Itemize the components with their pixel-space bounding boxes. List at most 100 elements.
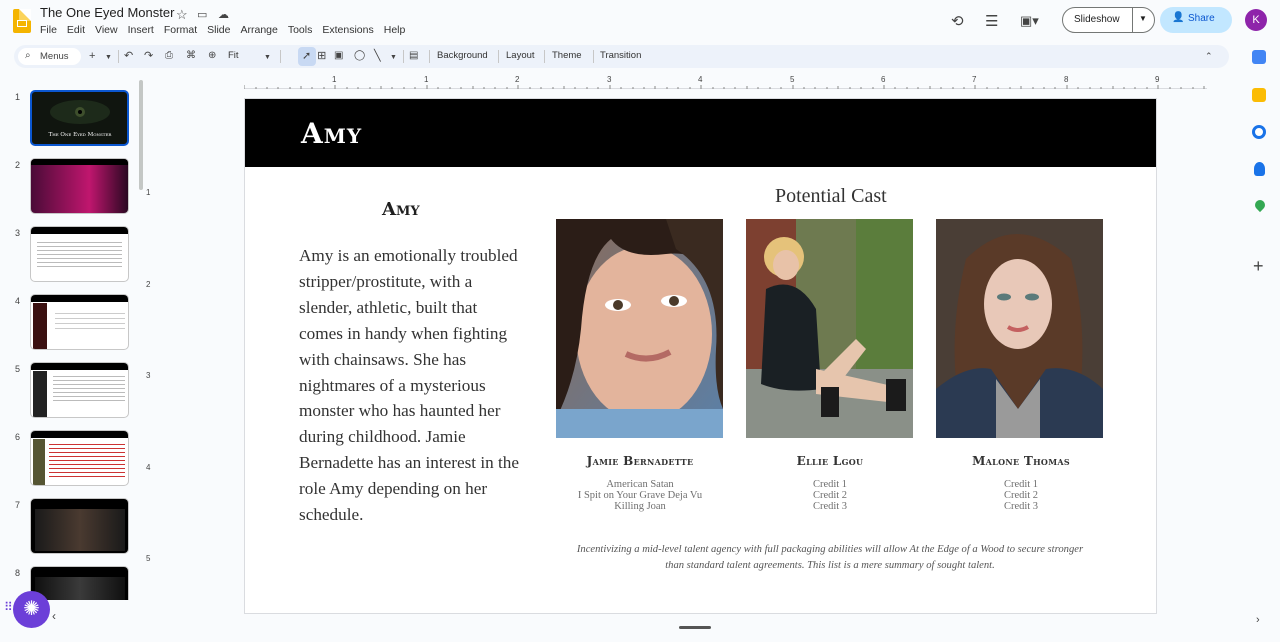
toolbar-divider	[280, 50, 281, 63]
slide-title[interactable]: Amy	[301, 117, 362, 150]
add-on-plus-icon[interactable]: +	[1253, 256, 1264, 277]
cast-credits-3[interactable]: Credit 1 Credit 2 Credit 3	[926, 479, 1116, 512]
slides-logo-icon[interactable]	[13, 9, 31, 33]
slide-number: 3	[15, 228, 21, 238]
slide-thumbnail-4[interactable]	[30, 294, 129, 350]
comments-icon[interactable]: ☰	[985, 12, 998, 30]
thumb-banner	[31, 295, 128, 302]
credit-line: I Spit on Your Grave Deja Vu	[577, 490, 703, 501]
slide-thumbnail-7[interactable]	[30, 498, 129, 554]
cast-photo-malone[interactable]	[936, 219, 1103, 438]
character-bio[interactable]: Amy is an emotionally troubled stripper/…	[299, 243, 524, 528]
title-bar: The One Eyed Monster ☆ ▭ ☁ File Edit Vie…	[0, 0, 1280, 42]
menu-edit[interactable]: Edit	[67, 24, 85, 38]
zoom-dropdown-icon[interactable]: ▼	[264, 51, 271, 65]
layout-button[interactable]: Layout	[506, 50, 535, 61]
move-folder-icon[interactable]: ▭	[197, 8, 207, 21]
menus-label: Menus	[40, 51, 69, 62]
slide-thumbnail-1[interactable]: The One Eyed Monster	[30, 90, 129, 146]
shape-icon[interactable]: ◯	[354, 49, 365, 63]
contacts-icon[interactable]	[1254, 162, 1265, 176]
slide-filmstrip[interactable]: 1 The One Eyed Monster 2 3 4 5 6 7 8	[0, 76, 152, 600]
menu-help[interactable]: Help	[384, 24, 406, 38]
slide-thumbnail-5[interactable]	[30, 362, 129, 418]
cast-name-3[interactable]: Malone Thomas	[926, 454, 1116, 468]
maps-icon[interactable]	[1252, 197, 1268, 213]
calendar-icon[interactable]	[1252, 50, 1266, 64]
document-title[interactable]: The One Eyed Monster	[40, 5, 174, 20]
slide-thumbnail-3[interactable]	[30, 226, 129, 282]
talent-footnote[interactable]: Incentivizing a mid-level talent agency …	[575, 542, 1085, 573]
collapse-toolbar-icon[interactable]: ⌃	[1205, 49, 1213, 63]
image-icon[interactable]: ▣	[334, 49, 343, 63]
cast-photo-jamie[interactable]	[556, 219, 723, 438]
cast-credits-2[interactable]: Credit 1 Credit 2 Credit 3	[735, 479, 925, 512]
tasks-icon[interactable]	[1252, 125, 1266, 139]
slide-canvas[interactable]: Amy Amy Amy is an emotionally troubled s…	[244, 98, 1157, 614]
filmstrip-scrollbar[interactable]	[139, 80, 143, 190]
slideshow-button[interactable]: Slideshow ▼	[1062, 7, 1155, 33]
credit-line: Credit 3	[1003, 501, 1039, 512]
zoom-select[interactable]: Fit	[228, 50, 239, 61]
menu-view[interactable]: View	[95, 24, 118, 38]
line-icon[interactable]: ╲	[374, 49, 381, 63]
drag-handle-icon[interactable]: ⠿	[4, 600, 13, 614]
slideshow-dropdown-icon[interactable]: ▼	[1139, 14, 1147, 23]
thumb-image	[33, 439, 45, 485]
theme-button[interactable]: Theme	[552, 50, 582, 61]
cast-name-1[interactable]: Jamie Bernadette	[545, 454, 735, 468]
cast-photo-ellie[interactable]	[746, 219, 913, 438]
menu-arrange[interactable]: Arrange	[240, 24, 277, 38]
potential-cast-title[interactable]: Potential Cast	[775, 185, 887, 208]
slide-thumbnail-2[interactable]	[30, 158, 129, 214]
new-slide-dropdown-icon[interactable]: ▼	[105, 51, 112, 65]
menu-extensions[interactable]: Extensions	[322, 24, 373, 38]
gemini-fab-icon[interactable]: ✺	[13, 591, 50, 628]
menu-file[interactable]: File	[40, 24, 57, 38]
side-panel-toggle-icon[interactable]: ›	[1256, 614, 1260, 626]
menus-search[interactable]: ⌕ Menus	[18, 48, 81, 65]
ruler-label: 1	[332, 75, 337, 84]
star-icon[interactable]: ☆	[176, 7, 188, 23]
character-name[interactable]: Amy	[382, 199, 420, 220]
slide-thumbnail-6[interactable]	[30, 430, 129, 486]
share-button[interactable]: 👤 Share	[1160, 7, 1232, 33]
slide-thumbnail-8[interactable]	[30, 566, 129, 600]
collapse-filmstrip-icon[interactable]: ‹	[52, 609, 56, 623]
credit-line: Killing Joan	[614, 501, 666, 512]
credit-line: Credit 1	[1003, 479, 1039, 490]
share-label: Share	[1188, 13, 1215, 24]
title-banner	[245, 99, 1156, 167]
textbox-icon[interactable]: ⊞	[308, 49, 326, 63]
account-avatar[interactable]: K	[1245, 9, 1267, 31]
menu-tools[interactable]: Tools	[288, 24, 313, 38]
menu-format[interactable]: Format	[164, 24, 197, 38]
ruler-label: 8	[1064, 75, 1069, 84]
print-icon[interactable]: ⎙	[165, 49, 173, 63]
thumb-1-title: The One Eyed Monster	[48, 132, 112, 138]
zoom-icon[interactable]: ⊕	[208, 49, 216, 63]
credit-line: Credit 2	[1003, 490, 1039, 501]
line-dropdown-icon[interactable]: ▼	[390, 51, 397, 65]
redo-icon[interactable]: ↷	[144, 49, 153, 63]
new-slide-icon[interactable]: +	[89, 49, 95, 63]
add-comment-icon[interactable]: ▤	[409, 49, 418, 63]
horizontal-ruler[interactable]: 1 1 2 3 4 5 6 7 8 9	[244, 75, 1207, 89]
thumb-banner	[31, 431, 128, 438]
menu-insert[interactable]: Insert	[128, 24, 154, 38]
cast-name-2[interactable]: Ellie Lgou	[735, 454, 925, 468]
undo-icon[interactable]: ↶	[124, 49, 133, 63]
keep-icon[interactable]	[1252, 88, 1266, 102]
version-history-icon[interactable]: ⟲	[951, 12, 964, 30]
credit-line: Credit 2	[812, 490, 848, 501]
credit-line: American Satan	[606, 479, 674, 490]
menu-slide[interactable]: Slide	[207, 24, 230, 38]
speaker-notes-handle[interactable]	[679, 626, 711, 629]
cloud-status-icon[interactable]: ☁	[218, 8, 229, 21]
transition-button[interactable]: Transition	[600, 50, 641, 61]
meet-icon[interactable]: ▣▾	[1020, 13, 1039, 29]
background-button[interactable]: Background	[437, 50, 488, 61]
portrait-2	[746, 219, 913, 438]
cast-credits-1[interactable]: American Satan I Spit on Your Grave Deja…	[545, 479, 735, 512]
paint-format-icon[interactable]: ⌘	[186, 49, 196, 63]
